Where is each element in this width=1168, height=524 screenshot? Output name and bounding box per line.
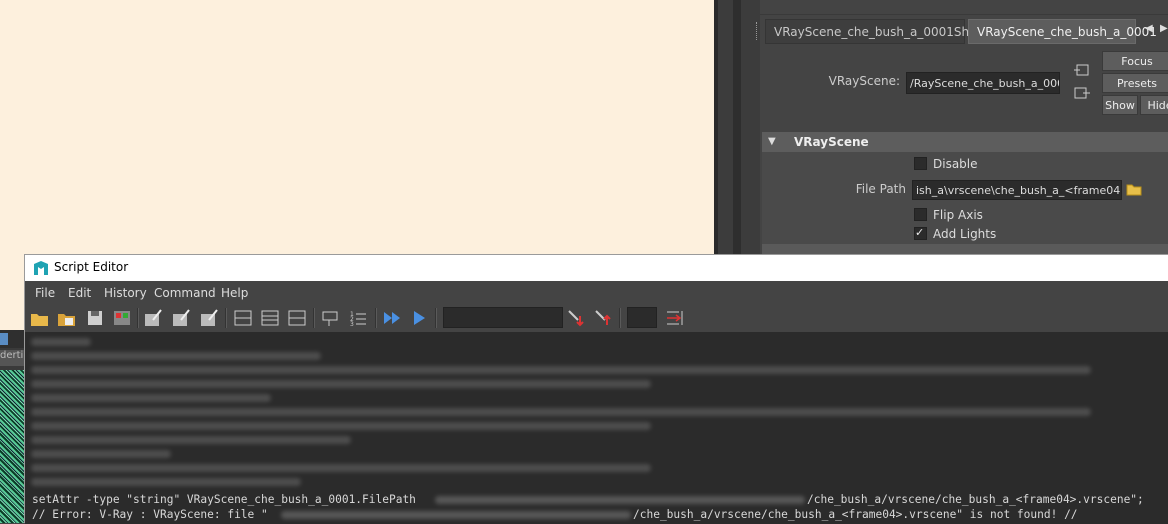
show-history-icon[interactable] — [233, 308, 253, 328]
collapse-triangle-icon[interactable]: ▼ — [768, 132, 776, 152]
hide-button[interactable]: Hide — [1140, 95, 1168, 115]
toolbar-separator — [313, 308, 315, 328]
output-connections-icon[interactable] — [1074, 86, 1090, 100]
output-line-error: // Error: V-Ray : VRayScene: file " — [32, 508, 268, 521]
redacted-line — [31, 380, 651, 388]
attribute-editor: VRayScene_che_bush_a_0001Shape VRayScene… — [756, 0, 1168, 255]
toolbar-separator — [137, 308, 139, 328]
clear-history-icon[interactable] — [143, 308, 163, 328]
source-script-icon[interactable] — [57, 308, 77, 328]
output-line-error-tail: /che_bush_a/vrscene/che_bush_a_<frame04>… — [633, 508, 1078, 521]
redacted-line — [31, 394, 271, 402]
toolbar-separator — [435, 308, 437, 328]
redacted-line — [31, 450, 171, 458]
open-script-icon[interactable] — [30, 308, 50, 328]
toolbar: 123 — [25, 304, 1168, 332]
section-title: VRayScene — [794, 135, 869, 149]
left-panel: derti — [0, 330, 24, 523]
show-both-icon[interactable] — [287, 308, 307, 328]
menu-history[interactable]: History — [104, 286, 147, 300]
redacted-line — [31, 408, 1091, 416]
maya-app-icon — [33, 260, 49, 276]
redacted-line — [31, 436, 351, 444]
tab-transform-node[interactable]: VRayScene_che_bush_a_0001 — [968, 19, 1157, 44]
execute-all-icon[interactable] — [382, 308, 402, 328]
menu-help[interactable]: Help — [221, 286, 248, 300]
menu-edit[interactable]: Edit — [68, 286, 91, 300]
input-connections-icon[interactable] — [1074, 63, 1090, 77]
add-lights-checkbox[interactable] — [914, 225, 927, 241]
redacted-line — [31, 352, 321, 360]
focus-button[interactable]: Focus — [1102, 51, 1168, 71]
file-path-input[interactable]: ish_a\vrscene\che_bush_a_<frame04>.vr — [912, 180, 1122, 200]
node-name-label: VRayScene: — [828, 74, 900, 88]
toolbar-separator — [375, 308, 377, 328]
script-output-panel[interactable]: setAttr -type "string" VRayScene_che_bus… — [25, 332, 1168, 524]
output-line-setattr: setAttr -type "string" VRayScene_che_bus… — [32, 493, 423, 506]
redacted-line — [31, 464, 651, 472]
panel-tab-icon[interactable] — [0, 333, 8, 345]
disable-label: Disable — [933, 157, 978, 171]
menu-file[interactable]: File — [35, 286, 55, 300]
menu-bar: File Edit History Command Help — [25, 282, 1168, 304]
left-panel-label: derti — [0, 350, 24, 366]
attribute-editor-topbar — [760, 0, 1168, 15]
section-header-vrayscene[interactable]: ▼ VRayScene — [762, 132, 1168, 152]
tab-scroll-left-icon[interactable]: ◀ — [1145, 23, 1153, 34]
flip-axis-label: Flip Axis — [933, 208, 983, 222]
redacted-path — [435, 496, 805, 504]
redacted-path — [281, 511, 631, 519]
toolbar-separator — [225, 308, 227, 328]
window-title: Script Editor — [54, 260, 129, 274]
show-input-icon[interactable] — [260, 308, 280, 328]
menu-command[interactable]: Command — [154, 286, 216, 300]
echo-commands-icon[interactable] — [321, 308, 341, 328]
search-input[interactable] — [443, 307, 563, 328]
add-lights-checkbox-row[interactable]: Add Lights — [914, 225, 997, 242]
folder-icon[interactable] — [1126, 182, 1142, 196]
search-up-icon[interactable] — [593, 308, 613, 328]
presets-button[interactable]: Presets — [1102, 73, 1168, 93]
output-line-setattr-tail: /che_bush_a/vrscene/che_bush_a_<frame04>… — [807, 493, 1144, 506]
redacted-line — [31, 422, 651, 430]
save-to-shelf-icon[interactable] — [112, 308, 132, 328]
flip-axis-checkbox[interactable] — [914, 208, 927, 221]
redacted-line — [31, 478, 301, 486]
scrollbar[interactable] — [733, 0, 741, 255]
left-tabbar — [0, 330, 24, 348]
add-lights-label: Add Lights — [933, 227, 997, 241]
script-editor-window: Script Editor File Edit History Command … — [24, 254, 1168, 524]
execute-icon[interactable] — [409, 308, 429, 328]
tab-scroll-right-icon[interactable]: ▶ — [1160, 23, 1168, 34]
svg-text:3: 3 — [350, 321, 354, 328]
disable-checkbox[interactable] — [914, 157, 927, 170]
clear-input-icon[interactable] — [171, 308, 191, 328]
disable-checkbox-row[interactable]: Disable — [914, 156, 978, 172]
file-path-label: File Path — [855, 182, 906, 196]
tab-shape-node[interactable]: VRayScene_che_bush_a_0001Shape — [765, 19, 991, 44]
flip-axis-checkbox-row[interactable]: Flip Axis — [914, 207, 983, 223]
goto-line-input[interactable] — [627, 307, 657, 328]
line-numbers-icon[interactable]: 123 — [348, 308, 368, 328]
search-down-icon[interactable] — [566, 308, 586, 328]
clear-all-icon[interactable] — [199, 308, 219, 328]
save-script-icon[interactable] — [85, 308, 105, 328]
tab-grip-handle[interactable] — [756, 22, 760, 40]
redacted-line — [31, 338, 91, 346]
node-name-field[interactable]: /RayScene_che_bush_a_0001 — [906, 72, 1060, 94]
title-bar[interactable]: Script Editor — [25, 255, 1168, 281]
viewport-side-strip — [718, 0, 760, 255]
toolbar-separator — [619, 308, 621, 328]
show-button[interactable]: Show — [1102, 95, 1138, 115]
redacted-line — [31, 366, 1091, 374]
goto-line-icon[interactable] — [665, 308, 685, 328]
left-viewport-image — [0, 370, 24, 523]
